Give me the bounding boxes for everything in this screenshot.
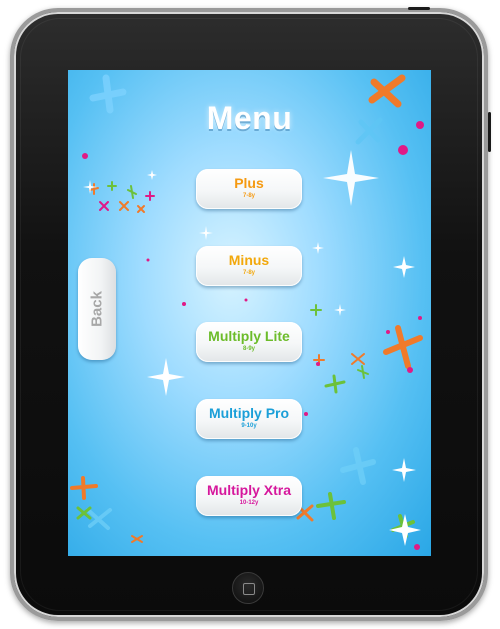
sparkle-decoration [70,74,423,543]
back-button[interactable]: Back [78,258,116,360]
menu-button-age: 7-8y [242,270,255,276]
back-button-label: Back [88,291,106,327]
menu-button-multiply-pro[interactable]: Multiply Pro 9-10y [196,399,302,439]
menu-button-minus[interactable]: Minus 7-8y [196,246,302,286]
app-screen: Menu Back Plus 7-8y Minus 7-8y Multiply … [68,70,431,556]
menu-button-label: Multiply Lite [208,328,290,344]
sparkle-decoration [86,74,383,530]
menu-button-multiply-xtra[interactable]: Multiply Xtra 10-12y [196,476,302,516]
menu-button-age: 9-10y [241,423,257,429]
sparkle-decoration [89,181,155,213]
camera-icon [245,36,250,41]
home-button[interactable] [232,572,264,604]
menu-button-label: Minus [228,252,270,268]
volume-button [488,112,491,152]
menu-button-plus[interactable]: Plus 7-8y [196,169,302,209]
menu-button-label: Multiply Xtra [206,482,291,498]
sleep-button [408,7,430,10]
menu-button-multiply-lite[interactable]: Multiply Lite 8-9y [196,322,302,362]
menu-button-age: 8-9y [242,346,255,352]
page-title: Menu [206,100,293,136]
menu-button-age: 7-8y [242,193,255,199]
menu-button-label: Multiply Pro [208,405,290,421]
menu-button-age: 10-12y [239,500,259,506]
menu-button-label: Plus [234,175,264,191]
